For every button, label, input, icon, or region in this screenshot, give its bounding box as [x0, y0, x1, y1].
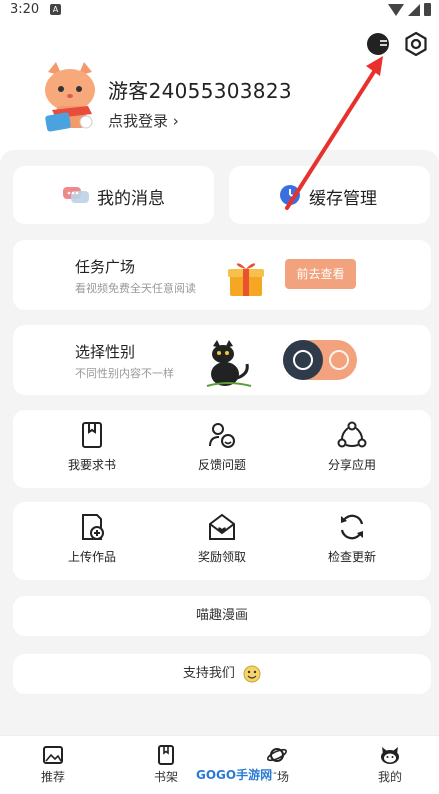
wifi-icon — [388, 3, 404, 16]
tab-mine[interactable]: 我的 — [360, 744, 420, 785]
chat-bubble-icon — [63, 187, 89, 203]
my-messages-button[interactable]: 我的消息 — [13, 166, 214, 224]
task-square-card[interactable]: 任务广场 看视频免费全天任意阅读 前去查看 — [13, 240, 431, 310]
settings-icon[interactable] — [403, 31, 429, 57]
avatar[interactable] — [40, 62, 100, 134]
watermark-logo: GOGO手游网 — [192, 765, 274, 785]
share-icon — [337, 421, 367, 448]
reward-icon — [209, 513, 235, 540]
request-book-button[interactable]: 我要求书 — [32, 420, 152, 480]
gender-toggle[interactable] — [283, 340, 357, 380]
about-app-label: 喵趣漫画 — [195, 608, 248, 623]
tab-recommend-label: 推荐 — [40, 770, 65, 784]
status-bar: 3:20 A — [0, 0, 439, 22]
black-cat-illustration — [206, 340, 252, 387]
support-us-label: 支持我们 — [182, 666, 235, 681]
upload-icon — [82, 514, 104, 540]
gift-icon — [228, 263, 264, 296]
feedback-icon — [209, 423, 235, 448]
night-mode-icon[interactable] — [365, 31, 391, 57]
features-grid-2: 上传作品 奖励领取 检查更新 — [13, 502, 431, 580]
task-square-title: 任务广场 — [75, 258, 136, 276]
choose-gender-card: 选择性别 不同性别内容不一样 — [13, 325, 431, 395]
my-messages-label: 我的消息 — [97, 189, 165, 209]
check-update-label: 检查更新 — [327, 550, 376, 564]
tab-bookshelf[interactable]: 书架 — [136, 744, 196, 785]
choose-gender-subtitle: 不同性别内容不一样 — [75, 367, 174, 380]
go-view-button[interactable]: 前去查看 — [285, 259, 356, 289]
smile-emoji-icon — [243, 665, 261, 682]
tab-bookshelf-label: 书架 — [153, 770, 178, 784]
clock-icon — [280, 185, 300, 205]
signal-icon — [408, 3, 420, 16]
choose-gender-title: 选择性别 — [75, 343, 136, 361]
about-app-row[interactable]: 喵趣漫画 — [13, 596, 431, 636]
login-link[interactable]: 点我登录 › — [108, 110, 179, 131]
cache-management-button[interactable]: 缓存管理 — [229, 166, 430, 224]
profile-header: 游客24055303823 点我登录 › — [40, 62, 400, 142]
status-time: 3:20 — [10, 2, 40, 17]
check-update-button[interactable]: 检查更新 — [292, 512, 412, 572]
notification-icon: A — [50, 4, 61, 15]
refresh-icon — [340, 514, 364, 540]
female-face-icon — [329, 350, 349, 370]
upload-work-label: 上传作品 — [67, 550, 116, 564]
feedback-label: 反馈问题 — [197, 458, 246, 472]
share-app-button[interactable]: 分享应用 — [292, 420, 412, 480]
book-icon — [82, 422, 102, 448]
feedback-button[interactable]: 反馈问题 — [162, 420, 282, 480]
image-icon — [43, 746, 63, 764]
planet-icon — [267, 748, 287, 762]
tab-recommend[interactable]: 推荐 — [23, 744, 83, 785]
battery-icon — [424, 3, 431, 16]
features-grid-1: 我要求书 反馈问题 分享应用 — [13, 410, 431, 488]
toggle-knob — [283, 340, 323, 380]
reward-claim-label: 奖励领取 — [197, 550, 246, 564]
task-square-subtitle: 看视频免费全天任意阅读 — [75, 282, 196, 295]
male-face-icon — [293, 350, 313, 370]
share-app-label: 分享应用 — [327, 458, 376, 472]
header-actions — [365, 31, 429, 57]
status-indicators — [388, 3, 431, 16]
support-us-row[interactable]: 支持我们 — [13, 654, 431, 694]
bookshelf-icon — [158, 745, 174, 765]
upload-work-button[interactable]: 上传作品 — [32, 512, 152, 572]
username: 游客24055303823 — [108, 79, 292, 103]
tab-mine-label: 我的 — [377, 770, 402, 784]
cat-icon — [381, 747, 399, 764]
request-book-label: 我要求书 — [67, 458, 116, 472]
cache-management-label: 缓存管理 — [309, 189, 377, 209]
reward-claim-button[interactable]: 奖励领取 — [162, 512, 282, 572]
